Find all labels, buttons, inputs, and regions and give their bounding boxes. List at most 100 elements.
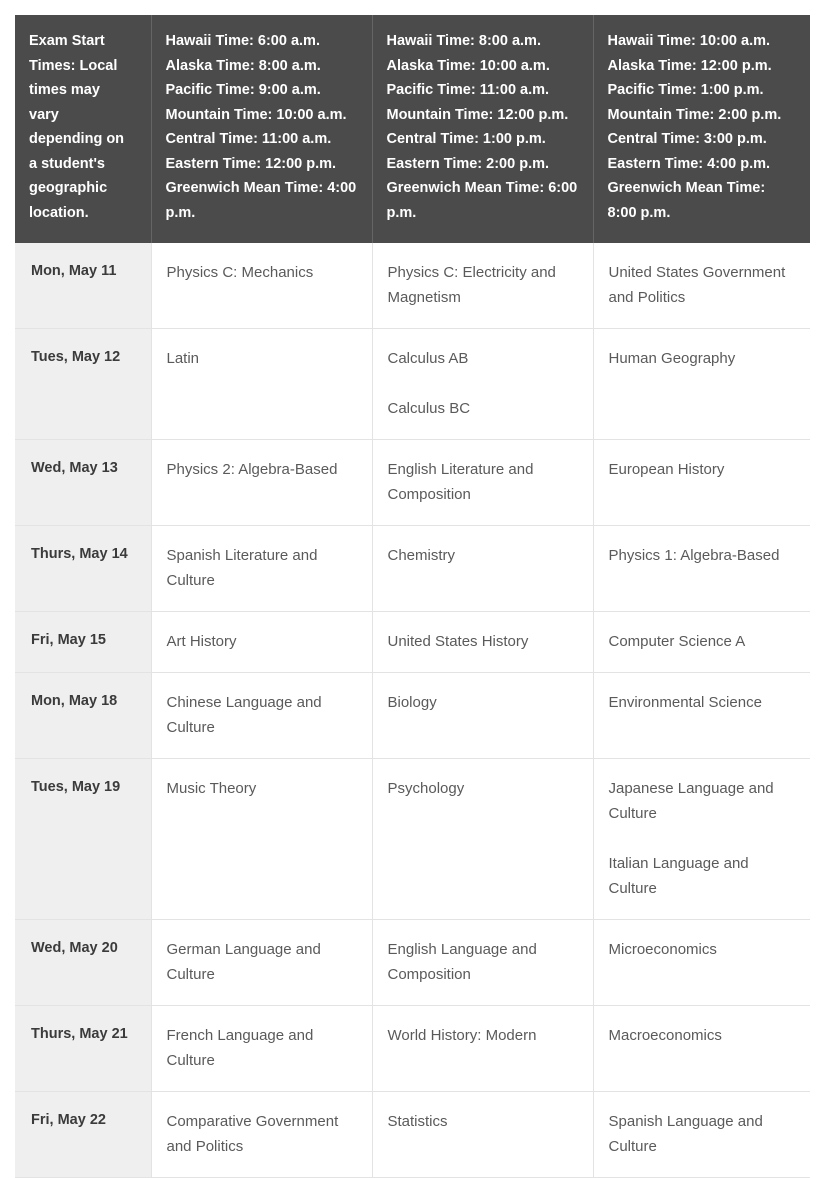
- exam-subject: Macroeconomics: [608, 1027, 722, 1044]
- header-note-line: a student's: [29, 155, 105, 172]
- exam-subject: Physics 2: Algebra-Based: [166, 461, 338, 478]
- exam-subject: Calculus BC: [387, 400, 471, 417]
- table-row: Tues, May 12 Latin Calculus AB Calculus BC H…: [15, 328, 810, 440]
- exam-subject: Calculus AB: [387, 350, 469, 367]
- exam-subject: Spanish Language and Culture: [608, 1113, 763, 1155]
- table-row: Wed, May 13 Physics 2: Algebra-Based Engli…: [15, 439, 810, 526]
- exam-subject: Biology: [387, 694, 437, 711]
- table-row: Thurs, May 21 French Language and Culture…: [15, 1005, 810, 1092]
- exam-subject: Statistics: [387, 1113, 448, 1130]
- exam-subject-cell-slot-2: English Language and Composition: [372, 919, 594, 1006]
- table-row: Fri, May 22 Comparative Government and Po…: [15, 1091, 810, 1178]
- exam-subject-cell-slot-1: Music Theory: [151, 758, 373, 920]
- header-slot-2-times: Hawaii Time: 8:00 a.m. Alaska Time: 10:00…: [372, 15, 594, 243]
- exam-subject: Human Geography: [608, 350, 736, 367]
- exam-subject-cell-slot-1: Physics 2: Algebra-Based: [151, 439, 373, 526]
- exam-date-cell: Fri, May 15: [15, 611, 152, 673]
- header-time-line: Greenwich Mean Time: 8:00 p.m.: [607, 180, 766, 221]
- header-time-line: Central Time: 3:00 p.m.: [607, 131, 767, 147]
- header-time-line: Hawaii Time: 8:00 a.m.: [386, 33, 541, 49]
- header-time-line: Hawaii Time: 6:00 a.m.: [165, 33, 320, 49]
- exam-subject-cell-slot-2: Chemistry: [372, 525, 594, 612]
- exam-subject-cell-slot-1: Chinese Language and Culture: [151, 672, 373, 759]
- exam-subject-cell-slot-1: Latin: [151, 328, 373, 440]
- exam-subject-cell-slot-3: Microeconomics: [593, 919, 810, 1006]
- exam-date-cell: Mon, May 18: [15, 672, 152, 759]
- exam-date-cell: Tues, May 12: [15, 328, 152, 440]
- exam-subject-cell-slot-3: Computer Science A: [593, 611, 810, 673]
- exam-subject: German Language and Culture: [166, 941, 321, 983]
- exam-date-cell: Thurs, May 21: [15, 1005, 152, 1092]
- header-note-line: Exam Start: [29, 33, 105, 49]
- exam-schedule-table: Exam Start Times: Local times may vary depen…: [15, 15, 810, 1178]
- table-row: Tues, May 19 Music Theory Psychology Japane…: [15, 758, 810, 920]
- table-header: Exam Start Times: Local times may vary depen…: [15, 15, 810, 243]
- exam-subject: Physics 1: Algebra-Based: [608, 547, 780, 564]
- exam-date-cell: Mon, May 11: [15, 243, 152, 329]
- header-note-line: Times: Local: [29, 57, 118, 74]
- header-time-line: Greenwich Mean Time: 4:00 p.m.: [165, 180, 357, 221]
- exam-subject-cell-slot-2: Calculus AB Calculus BC: [372, 328, 594, 440]
- header-time-line: Central Time: 1:00 p.m.: [386, 131, 546, 147]
- exam-subject: European History: [608, 461, 725, 478]
- exam-subject: Environmental Science: [608, 694, 762, 711]
- header-note-line: location.: [29, 204, 89, 221]
- exam-subject-cell-slot-1: Art History: [151, 611, 373, 673]
- table-body: Mon, May 11 Physics C: Mechanics Physics C…: [15, 243, 810, 1178]
- exam-subject: Physics C: Electricity and Magnetism: [387, 264, 556, 306]
- exam-subject-cell-slot-3: Physics 1: Algebra-Based: [593, 525, 810, 612]
- exam-subject-cell-slot-1: Comparative Government and Politics: [151, 1091, 373, 1178]
- table-row: Fri, May 15 Art History United States Hist…: [15, 611, 810, 673]
- exam-subject: Physics C: Mechanics: [166, 264, 314, 281]
- exam-subject-cell-slot-3: United States Government and Politics: [593, 243, 810, 329]
- exam-subject: Chinese Language and Culture: [166, 694, 322, 736]
- exam-subject-cell-slot-2: Statistics: [372, 1091, 594, 1178]
- table-row: Thurs, May 14 Spanish Literature and Cult…: [15, 525, 810, 612]
- exam-subject-cell-slot-2: Biology: [372, 672, 594, 759]
- exam-subject: Comparative Government and Politics: [166, 1113, 339, 1155]
- table-row: Mon, May 11 Physics C: Mechanics Physics C…: [15, 243, 810, 329]
- header-note-line: depending on: [29, 131, 125, 147]
- table-row: Mon, May 18 Chinese Language and Culture B…: [15, 672, 810, 759]
- exam-date-cell: Wed, May 13: [15, 439, 152, 526]
- exam-schedule-page: Exam Start Times: Local times may vary depen…: [0, 0, 824, 1178]
- exam-subject: French Language and Culture: [166, 1027, 314, 1069]
- header-note-line: geographic: [29, 180, 108, 196]
- header-time-line: Alaska Time: 12:00 p.m.: [607, 57, 772, 74]
- exam-subject-cell-slot-3: Macroeconomics: [593, 1005, 810, 1092]
- exam-subject: Psychology: [387, 780, 465, 797]
- exam-subject-cell-slot-3: European History: [593, 439, 810, 526]
- exam-subject: Italian Language and Culture: [608, 855, 749, 897]
- exam-subject-cell-slot-1: French Language and Culture: [151, 1005, 373, 1092]
- exam-subject-cell-slot-3: Human Geography: [593, 328, 810, 440]
- exam-subject: English Language and Composition: [387, 941, 537, 983]
- header-time-line: Pacific Time: 11:00 a.m.: [386, 82, 550, 98]
- header-time-line: Pacific Time: 9:00 a.m.: [165, 82, 321, 98]
- header-time-line: Greenwich Mean Time: 6:00 p.m.: [386, 180, 578, 221]
- exam-subject: Art History: [166, 633, 237, 650]
- table-row: Wed, May 20 German Language and Culture En…: [15, 919, 810, 1006]
- exam-subject-cell-slot-2: World History: Modern: [372, 1005, 594, 1092]
- exam-subject-cell-slot-3: Spanish Language and Culture: [593, 1091, 810, 1178]
- header-note-line: times may: [29, 82, 100, 98]
- exam-date-cell: Tues, May 19: [15, 758, 152, 920]
- exam-subject: Spanish Literature and Culture: [166, 547, 318, 589]
- exam-subject: United States History: [387, 633, 529, 650]
- exam-subject: Latin: [166, 350, 200, 367]
- header-exam-start-times-note: Exam Start Times: Local times may vary depen…: [15, 15, 152, 243]
- header-time-line: Eastern Time: 12:00 p.m.: [165, 155, 337, 172]
- exam-date-cell: Wed, May 20: [15, 919, 152, 1006]
- exam-date-cell: Thurs, May 14: [15, 525, 152, 612]
- exam-subject: United States Government and Politics: [608, 264, 786, 306]
- header-time-line: Alaska Time: 8:00 a.m.: [165, 57, 321, 74]
- exam-subject-cell-slot-2: Physics C: Electricity and Magnetism: [372, 243, 594, 329]
- exam-subject-cell-slot-2: Psychology: [372, 758, 594, 920]
- exam-subject: Japanese Language and Culture: [608, 780, 774, 822]
- header-time-line: Eastern Time: 4:00 p.m.: [607, 155, 771, 172]
- exam-subject-cell-slot-1: Spanish Literature and Culture: [151, 525, 373, 612]
- header-time-line: Pacific Time: 1:00 p.m.: [607, 82, 764, 98]
- exam-subject: Chemistry: [387, 547, 456, 564]
- exam-date-cell: Fri, May 22: [15, 1091, 152, 1178]
- exam-subject: Music Theory: [166, 780, 257, 797]
- header-row: Exam Start Times: Local times may vary depen…: [15, 15, 810, 243]
